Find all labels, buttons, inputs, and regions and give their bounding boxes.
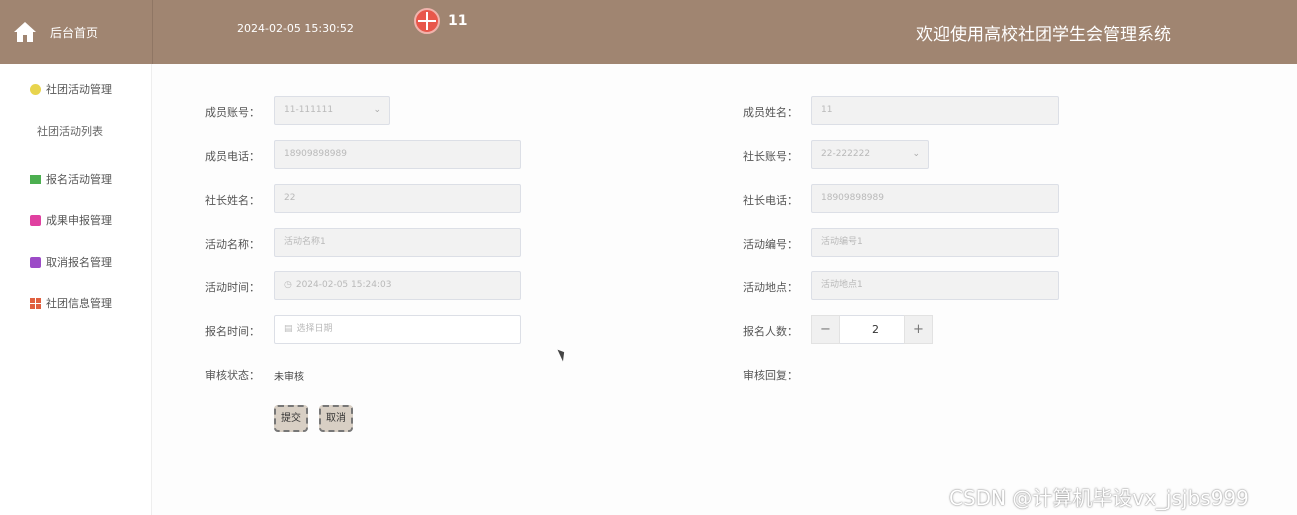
sidebar-item-cancel-signup[interactable]: 取消报名管理 (30, 254, 112, 270)
clock-icon: ◷ (284, 280, 292, 290)
signup-time-placeholder: 选择日期 (296, 324, 333, 334)
current-datetime: 2024-02-05 15:30:52 (237, 22, 354, 35)
leader-name-label: 社长姓名： (205, 194, 260, 207)
leader-account-value: 22-222222 (821, 149, 871, 159)
user-info[interactable]: 11 (414, 8, 467, 34)
top-bar: 后台首页 2024-02-05 15:30:52 11 欢迎使用高校社团学生会管… (0, 0, 1297, 64)
signup-time-label: 报名时间： (205, 325, 260, 338)
avatar[interactable] (414, 8, 440, 34)
activity-time-label: 活动时间： (205, 281, 260, 294)
leader-phone-field[interactable]: 18909898989 (811, 184, 1059, 213)
activity-time-value: 2024-02-05 15:24:03 (295, 280, 392, 290)
leader-phone-label: 社长电话： (743, 194, 798, 207)
member-account-select[interactable]: 11-111111 ⌄ (274, 96, 390, 125)
home-link[interactable]: 后台首页 (0, 0, 153, 64)
doc-icon (30, 214, 41, 226)
sidebar-item-label: 社团信息管理 (46, 297, 112, 310)
member-account-label: 成员账号： (205, 106, 260, 119)
activity-name-field[interactable]: 活动名称1 (274, 228, 521, 257)
review-status-label: 审核状态： (205, 369, 260, 382)
watermark: CSDN @计算机毕设vx_jsjbs999 (949, 486, 1249, 510)
activity-place-field[interactable]: 活动地点1 (811, 271, 1059, 300)
review-status-value: 未审核 (274, 372, 304, 383)
member-name-field[interactable]: 11 (811, 96, 1059, 125)
signup-count-input[interactable]: 2 (840, 315, 904, 344)
sidebar-item-label: 成果申报管理 (46, 214, 112, 227)
calendar-icon: ▤ (284, 324, 293, 334)
activity-place-label: 活动地点： (743, 281, 798, 294)
activity-code-field[interactable]: 活动编号1 (811, 228, 1059, 257)
leader-name-field[interactable]: 22 (274, 184, 521, 213)
activity-time-field[interactable]: ◷ 2024-02-05 15:24:03 (274, 271, 521, 300)
sidebar-item-label: 报名活动管理 (46, 173, 112, 186)
home-icon (14, 22, 36, 42)
home-label: 后台首页 (50, 25, 99, 40)
sidebar-subitem-activity-list[interactable]: 社团活动列表 (37, 123, 103, 139)
decrement-button[interactable]: − (811, 315, 840, 344)
leader-account-select[interactable]: 22-222222 ⌄ (811, 140, 929, 169)
sidebar-item-label: 取消报名管理 (46, 256, 112, 269)
cancel-button[interactable]: 取消 (319, 405, 353, 432)
leader-account-label: 社长账号： (743, 150, 798, 163)
box-icon (30, 256, 41, 268)
chevron-down-icon: ⌄ (373, 105, 381, 115)
sidebar-item-signup-activity[interactable]: 报名活动管理 (30, 171, 112, 187)
submit-button[interactable]: 提交 (274, 405, 308, 432)
activity-code-label: 活动编号： (743, 238, 798, 251)
review-reply-label: 审核回复： (743, 369, 798, 382)
member-phone-label: 成员电话： (205, 150, 260, 163)
chevron-down-icon: ⌄ (912, 149, 920, 159)
welcome-title: 欢迎使用高校社团学生会管理系统 (916, 25, 1171, 45)
member-name-label: 成员姓名： (743, 106, 798, 119)
sidebar-item-club-activity[interactable]: 社团活动管理 (30, 81, 112, 97)
member-account-value: 11-111111 (284, 105, 334, 115)
signup-time-picker[interactable]: ▤ 选择日期 (274, 315, 521, 344)
sidebar-item-label: 社团活动管理 (46, 83, 112, 96)
sidebar: 社团活动管理 社团活动列表 报名活动管理 成果申报管理 取消报名管理 社团信息管… (0, 64, 152, 515)
sidebar-item-achievement[interactable]: 成果申报管理 (30, 212, 112, 228)
sidebar-item-club-info[interactable]: 社团信息管理 (30, 295, 112, 311)
circle-icon (30, 83, 41, 95)
signup-count-label: 报名人数： (743, 325, 798, 338)
grid-icon (30, 297, 41, 309)
member-phone-field[interactable]: 18909898989 (274, 140, 521, 169)
chat-icon (30, 174, 41, 184)
username: 11 (448, 13, 468, 29)
activity-name-label: 活动名称： (205, 238, 260, 251)
increment-button[interactable]: + (904, 315, 933, 344)
signup-count-stepper[interactable]: − 2 + (811, 315, 933, 344)
